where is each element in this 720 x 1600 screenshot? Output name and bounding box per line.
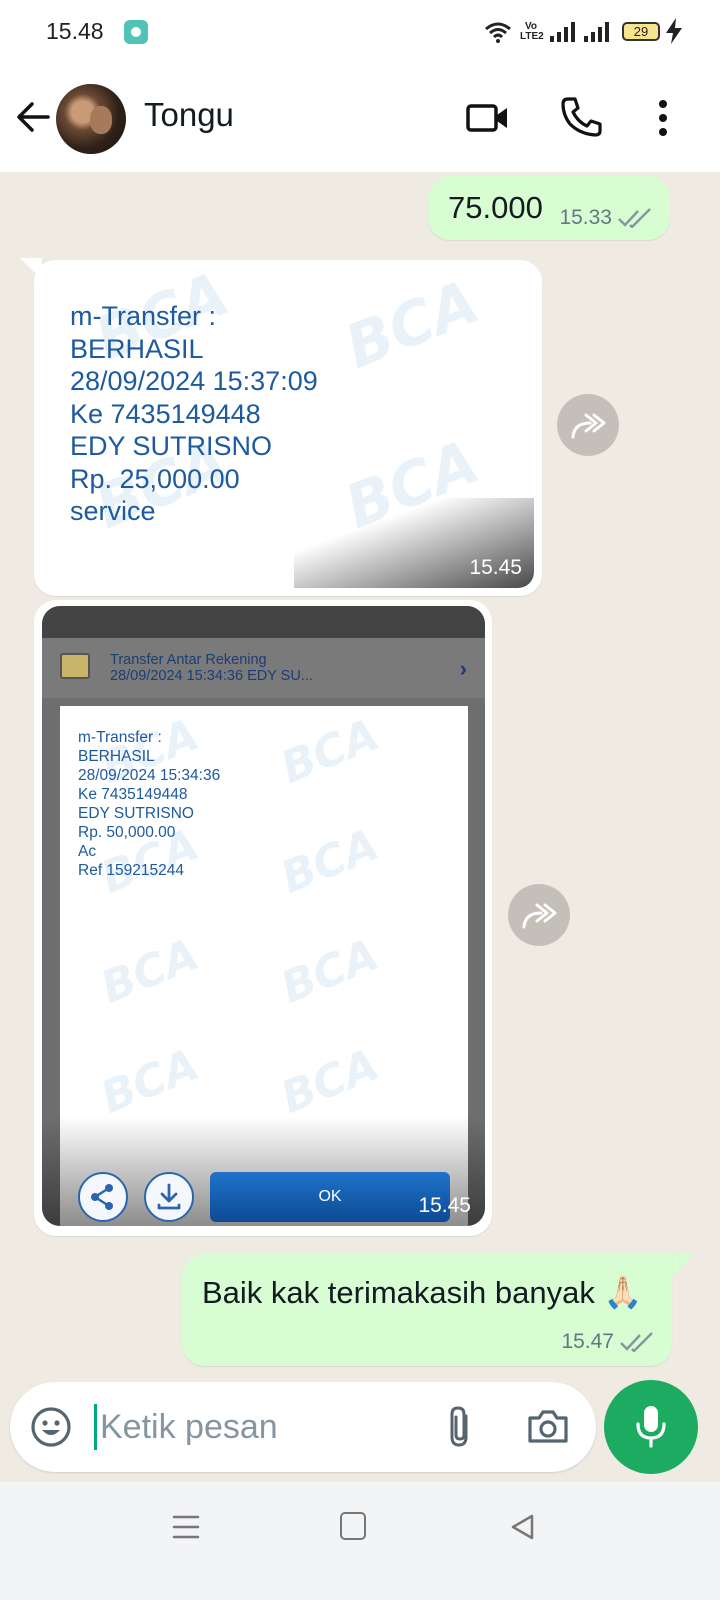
watermark-logo: BCA: [274, 929, 386, 1014]
screenshot-list-row: Transfer Antar Rekening 28/09/2024 15:34…: [42, 638, 485, 698]
receipt-line: BERHASIL: [78, 748, 155, 765]
ok-button: OK: [210, 1172, 450, 1222]
paperclip-icon[interactable]: [442, 1404, 478, 1450]
receipt-line: 28/09/2024 15:37:09: [70, 366, 318, 396]
contact-name[interactable]: Tongu: [144, 96, 234, 134]
watermark-logo: BCA: [335, 267, 489, 383]
receipt-line: Ke 7435149448: [70, 398, 261, 429]
back-triangle-icon[interactable]: [508, 1512, 538, 1542]
forward-icon: [522, 903, 557, 929]
receipt-text: m-Transfer : BERHASIL 28/09/2024 15:34:3…: [78, 728, 220, 880]
watermark-logo: BCA: [274, 819, 386, 904]
bubble-tail: [672, 1254, 694, 1276]
message-meta: 15.33: [559, 206, 652, 230]
watermark-logo: BCA: [274, 709, 386, 794]
envelope-icon: [60, 653, 90, 679]
message-time: 15.33: [559, 206, 612, 229]
double-check-icon: [618, 208, 651, 228]
forward-button[interactable]: [557, 394, 619, 456]
system-navigation-bar: [0, 1482, 720, 1600]
message-text: 75.000: [448, 190, 543, 225]
receipt-line: EDY SUTRISNO: [78, 805, 194, 822]
download-button: [144, 1172, 194, 1222]
menu-lines-icon[interactable]: [172, 1514, 200, 1540]
signal-1-icon: [550, 22, 575, 42]
watermark-logo: BCA: [94, 1039, 206, 1124]
receipt-line: service: [70, 496, 156, 526]
screenshot-row-subtitle: 28/09/2024 15:34:36 EDY SU...: [110, 668, 313, 684]
chat-header: Tongu: [0, 64, 720, 172]
volte-indicator: Vo LTE2: [520, 21, 544, 42]
receipt-line: EDY SUTRISNO: [70, 431, 273, 461]
status-indicators: Vo LTE2: [484, 17, 610, 47]
screenshot-top-bar: [42, 606, 485, 638]
receipt-line: Ref 159215244: [78, 862, 185, 879]
receipt-line: m-Transfer :: [70, 301, 217, 331]
message-input[interactable]: [100, 1402, 430, 1452]
receipt-line: m-Transfer :: [78, 729, 162, 746]
charging-icon: [666, 18, 682, 44]
text-caret: [94, 1404, 97, 1450]
screenshot-row-title: Transfer Antar Rekening: [110, 652, 267, 668]
receipt-line: BERHASIL: [70, 333, 204, 364]
app-notification-icon: [124, 20, 148, 44]
receipt-line: Ac: [78, 843, 97, 860]
watermark-logo: BCA: [274, 1039, 386, 1124]
avatar[interactable]: [56, 84, 126, 154]
message-time: 15.45: [469, 556, 522, 579]
arrow-left-icon[interactable]: [14, 98, 52, 136]
status-bar: 15.48 Vo LTE2 29: [0, 0, 720, 64]
message-incoming-image[interactable]: BCA BCA BCA BCA m-Transfer : BERHASIL 28…: [34, 260, 542, 596]
download-icon: [157, 1183, 181, 1210]
more-vertical-icon[interactable]: [648, 98, 678, 138]
transfer-screenshot-image[interactable]: Transfer Antar Rekening 28/09/2024 15:34…: [42, 606, 485, 1226]
share-button: [78, 1172, 128, 1222]
message-time: 15.47: [561, 1330, 614, 1353]
share-icon: [91, 1184, 113, 1210]
message-composer: [10, 1382, 596, 1472]
screenshot-row-text: Transfer Antar Rekening 28/09/2024 15:34…: [110, 652, 313, 684]
message-incoming-image[interactable]: Transfer Antar Rekening 28/09/2024 15:34…: [34, 600, 492, 1236]
microphone-icon: [636, 1406, 666, 1448]
receipt-line: Ke 7435149448: [78, 786, 188, 803]
watermark-logo: BCA: [94, 929, 206, 1014]
receipt-line: Rp. 25,000.00: [70, 463, 240, 494]
message-time: 15.45: [418, 1194, 471, 1217]
double-check-icon: [620, 1332, 653, 1352]
home-square-icon[interactable]: [340, 1512, 366, 1540]
forward-button[interactable]: [508, 884, 570, 946]
receipt-line: Rp. 50,000.00: [78, 824, 176, 841]
message-outgoing[interactable]: Baik kak terimakasih banyak 🙏🏻 15.47: [182, 1254, 672, 1366]
message-text: Baik kak terimakasih banyak 🙏🏻: [202, 1275, 643, 1310]
status-time: 15.48: [46, 18, 104, 44]
chevron-right-icon: ›: [459, 656, 467, 681]
forward-icon: [571, 413, 606, 439]
battery-icon: 29: [622, 22, 660, 41]
video-camera-icon[interactable]: [466, 98, 510, 138]
voice-message-button[interactable]: [604, 1380, 698, 1474]
receipt-text: m-Transfer : BERHASIL 28/09/2024 15:37:0…: [70, 300, 318, 528]
phone-icon[interactable]: [560, 96, 602, 138]
message-meta: 15.47: [561, 1330, 654, 1354]
emoji-icon[interactable]: [30, 1406, 72, 1448]
camera-icon[interactable]: [526, 1406, 570, 1446]
wifi-icon: [485, 22, 511, 43]
message-outgoing[interactable]: 75.000 15.33: [428, 176, 670, 240]
transfer-receipt-image[interactable]: BCA BCA BCA BCA m-Transfer : BERHASIL 28…: [34, 260, 542, 596]
receipt-line: 28/09/2024 15:34:36: [78, 767, 221, 784]
chat-area[interactable]: 75.000 15.33 BCA BCA BCA BCA m-Transfer …: [0, 172, 720, 1482]
signal-2-icon: [584, 22, 609, 42]
